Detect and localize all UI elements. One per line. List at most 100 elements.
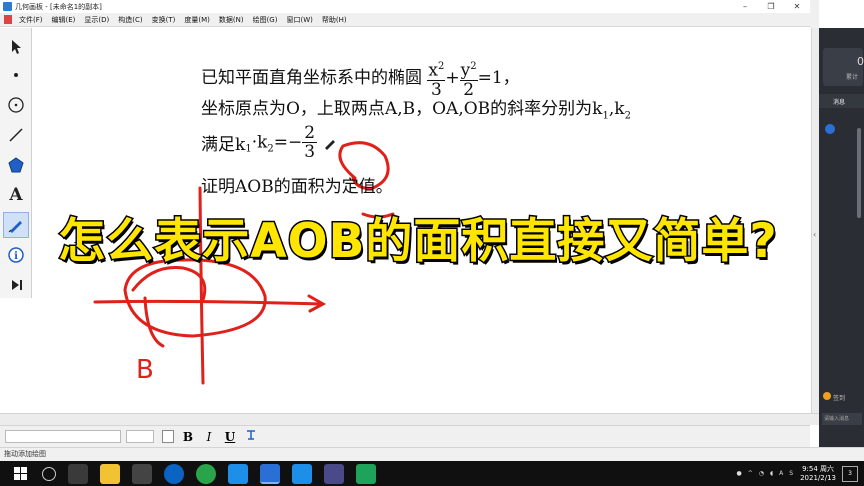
restore-button[interactable]: ❐ [758, 0, 784, 13]
arrow-icon [12, 40, 21, 54]
line3-equals-minus: =− [273, 132, 303, 153]
system-tray: ● ^ ◔ ◖ A S 9:54 周六 2021/2/13 3 [733, 461, 864, 486]
caption-banner: 怎么表示AOB的面积直接又简单? [57, 213, 778, 271]
text-format-bar: B I U [0, 425, 810, 447]
network-icon[interactable]: ◔ [759, 470, 764, 477]
tray-app-icon[interactable]: ● [736, 470, 741, 477]
plus-sign: + [445, 67, 460, 88]
pen-cursor-icon [324, 139, 335, 150]
line3-prefix: 满足k [201, 135, 246, 155]
vertical-scrollbar[interactable] [811, 28, 819, 413]
stats-number: 0 [857, 55, 864, 68]
circle-icon [8, 97, 24, 113]
ink-small-circle [131, 265, 207, 302]
problem-line-2: 坐标原点为O，上取两点A,B，OA,OB的斜率分别为k1,k2 [201, 94, 631, 121]
text-color-picker[interactable] [162, 430, 174, 443]
straightedge-tool[interactable] [3, 122, 29, 148]
window-edge [810, 0, 819, 28]
italic-button[interactable]: I [202, 430, 216, 444]
line-segment-icon [9, 128, 23, 142]
fraction-x2-over-3: x2 3 [427, 58, 446, 99]
underline-button[interactable]: U [223, 430, 237, 444]
ime-lang-indicator[interactable]: A [779, 470, 783, 477]
font-size-select[interactable] [126, 430, 154, 443]
fraction-2-over-3: 2 3 [302, 123, 318, 162]
stats-label: 累计 [846, 74, 859, 81]
ink-oval-segment [143, 296, 165, 348]
problem-line-1: 已知平面直角坐标系中的椭圆 x2 3 + y2 2 =1， [201, 58, 520, 99]
clock-date: 2021/2/13 [800, 473, 836, 482]
message-input[interactable]: 请输入消息 [822, 413, 862, 425]
menu-construct[interactable]: 构造(C) [115, 15, 148, 25]
window-title: 几何画板 - [未命名1的副本] [15, 2, 102, 11]
notification-center-button[interactable]: 3 [842, 465, 858, 482]
start-button[interactable] [10, 464, 30, 484]
bold-button[interactable]: B [181, 430, 195, 444]
tray-expand-icon[interactable]: ^ [748, 470, 753, 477]
line2-comma-k: ,k [608, 99, 625, 119]
volume-icon[interactable]: ◖ [770, 470, 773, 477]
frac1-exponent: 2 [438, 61, 445, 72]
app-feishu-icon[interactable] [292, 463, 312, 484]
line1-suffix: =1， [477, 67, 520, 88]
menu-bar: 文件(F) 编辑(E) 显示(D) 构造(C) 变换(T) 度量(M) 数据(N… [0, 13, 810, 27]
frac2-numerator: y [460, 60, 471, 81]
menu-file[interactable]: 文件(F) [16, 15, 49, 25]
window-controls: – ❐ ✕ [732, 0, 810, 13]
symbol-palette-button[interactable] [244, 429, 258, 444]
menu-edit[interactable]: 编辑(E) [49, 15, 82, 25]
app-green-icon[interactable] [356, 463, 376, 484]
frac3-denominator: 3 [304, 142, 316, 162]
menu-display[interactable]: 显示(D) [81, 15, 115, 25]
edge-browser-icon[interactable] [164, 463, 184, 484]
fraction-y2-over-2: y2 2 [459, 58, 478, 99]
play-more-icon [12, 280, 22, 290]
collapse-arrow-icon[interactable]: ‹ [813, 230, 816, 239]
app-icon [3, 2, 12, 11]
menu-data[interactable]: 数据(N) [216, 15, 250, 25]
point-icon [14, 73, 18, 77]
app-ex-icon[interactable] [132, 463, 152, 484]
symbol-icon [247, 430, 255, 440]
menu-measure[interactable]: 度量(M) [181, 15, 216, 25]
app-video-icon[interactable] [324, 463, 344, 484]
file-explorer-icon[interactable] [100, 463, 120, 484]
frac1-numerator: x [428, 60, 438, 81]
horizontal-scrollbar[interactable] [0, 413, 819, 425]
sketch-canvas[interactable]: B 已知平面直角坐标系中的椭圆 x2 3 + y2 2 =1， 坐标原点为O，上… [33, 28, 810, 413]
search-icon[interactable] [42, 466, 56, 481]
geometer-sketchpad-taskbar-icon[interactable] [260, 463, 280, 484]
clock-time: 9:54 周六 [802, 464, 835, 473]
task-view-icon[interactable] [68, 463, 88, 484]
frac2-exponent: 2 [470, 61, 477, 72]
app-blue-icon[interactable] [228, 463, 248, 484]
line3-dot-k: ·k [251, 132, 268, 153]
close-button[interactable]: ✕ [784, 0, 810, 13]
frac3-numerator: 2 [302, 123, 318, 143]
side-panel: 0 累计 消息 签到 请输入消息 [819, 28, 864, 447]
minimize-button[interactable]: – [732, 0, 758, 13]
panel-scrollbar[interactable] [857, 128, 861, 218]
menu-transform[interactable]: 变换(T) [149, 15, 182, 25]
user-avatar [825, 124, 835, 134]
sign-in-button[interactable]: 签到 [833, 393, 845, 402]
font-family-select[interactable] [5, 430, 121, 443]
title-bar: 几何画板 - [未命名1的副本] – ❐ ✕ [0, 0, 810, 13]
taskbar: ● ^ ◔ ◖ A S 9:54 周六 2021/2/13 3 [0, 461, 864, 486]
arrow-select-tool[interactable] [3, 34, 29, 60]
text-a-icon: A [9, 185, 23, 205]
polygon-tool[interactable] [3, 152, 29, 178]
compass-tool[interactable] [3, 92, 29, 118]
clock[interactable]: 9:54 周六 2021/2/13 [800, 465, 836, 483]
text-tool[interactable]: A [3, 182, 29, 208]
messages-tab-label: 消息 [833, 99, 846, 106]
line2-text: 坐标原点为O，上取两点A,B，OA,OB的斜率分别为k [201, 99, 603, 119]
point-tool[interactable] [3, 62, 29, 88]
menu-window[interactable]: 窗口(W) [283, 15, 318, 25]
ime-indicator[interactable]: S [789, 470, 793, 477]
custom-tools[interactable] [3, 272, 29, 298]
menu-help[interactable]: 帮助(H) [319, 15, 353, 25]
menu-graph[interactable]: 绘图(G) [250, 15, 284, 25]
chrome-icon[interactable] [196, 463, 216, 484]
sign-in-icon [823, 392, 831, 400]
